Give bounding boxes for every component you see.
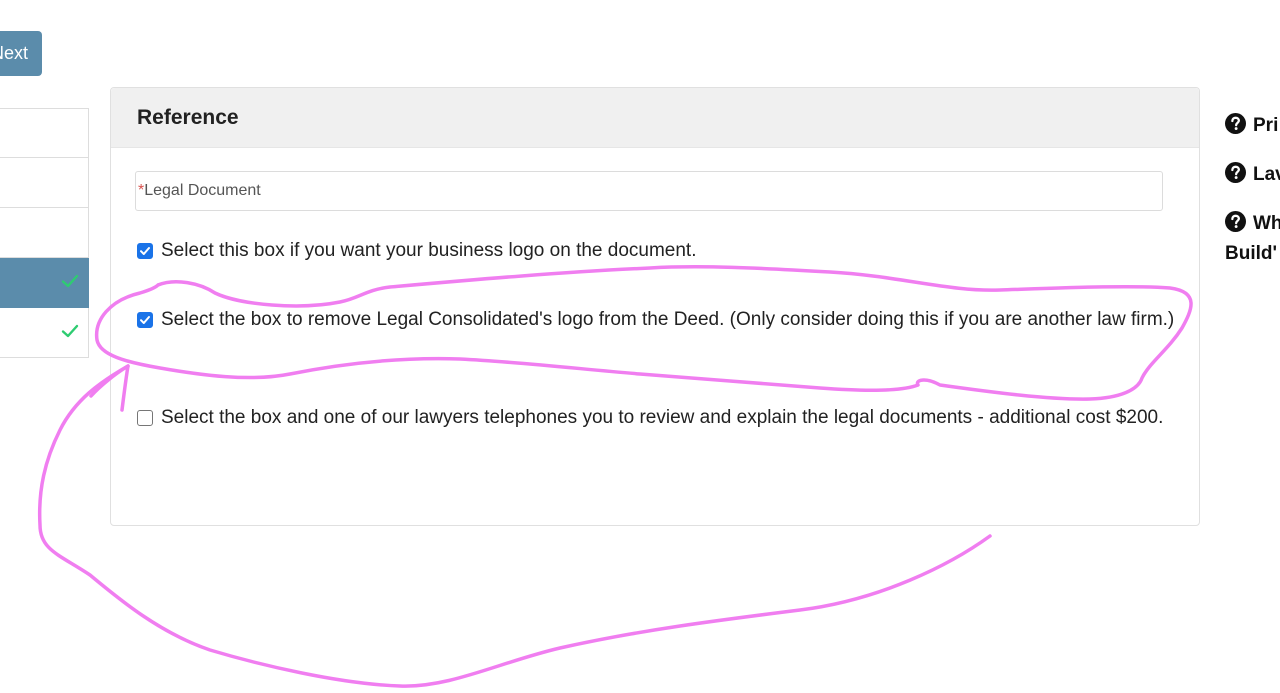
help-link-1[interactable]: Pri (1225, 112, 1278, 140)
card-title: Reference (111, 88, 1199, 148)
next-button[interactable]: Next (0, 31, 42, 76)
business-logo-checkbox[interactable] (137, 243, 153, 259)
question-circle-icon (1225, 162, 1246, 183)
checkmark-icon (140, 247, 150, 255)
help-link-1-label: Pri (1253, 115, 1279, 136)
step-item-1[interactable] (0, 108, 89, 158)
lawyer-review-label: Select the box and one of our lawyers te… (161, 407, 1164, 428)
step-item-3[interactable] (0, 208, 89, 258)
check-icon (61, 324, 79, 338)
help-link-3-label: Wh (1253, 213, 1280, 234)
legal-document-placeholder: Legal Document (144, 182, 261, 199)
check-icon (61, 274, 79, 288)
help-link-3-line2[interactable]: Build' (1225, 240, 1277, 268)
step-item-2[interactable] (0, 158, 89, 208)
remove-logo-label: Select the box to remove Legal Consolida… (161, 309, 1175, 330)
remove-logo-option: Select the box to remove Legal Consolida… (137, 305, 1177, 335)
lawyer-review-checkbox[interactable] (137, 410, 153, 426)
remove-logo-checkbox[interactable] (137, 312, 153, 328)
lawyer-review-option: Select the box and one of our lawyers te… (137, 403, 1177, 433)
help-link-3-label-line2: Build' (1225, 243, 1278, 264)
step-item-5[interactable] (0, 308, 89, 358)
help-link-3[interactable]: Wh (1225, 210, 1280, 238)
legal-document-field[interactable]: *Legal Document (135, 171, 1163, 211)
business-logo-label: Select this box if you want your busines… (161, 240, 697, 261)
step-list (0, 108, 89, 358)
checkmark-icon (140, 316, 150, 324)
reference-card: Reference *Legal Document Select this bo… (110, 87, 1200, 526)
help-link-2-label: Lav (1253, 164, 1280, 185)
business-logo-option: Select this box if you want your busines… (137, 236, 1177, 266)
question-circle-icon (1225, 211, 1246, 232)
help-link-2[interactable]: Lav (1225, 161, 1280, 189)
question-circle-icon (1225, 113, 1246, 134)
step-item-4-active[interactable] (0, 258, 89, 308)
